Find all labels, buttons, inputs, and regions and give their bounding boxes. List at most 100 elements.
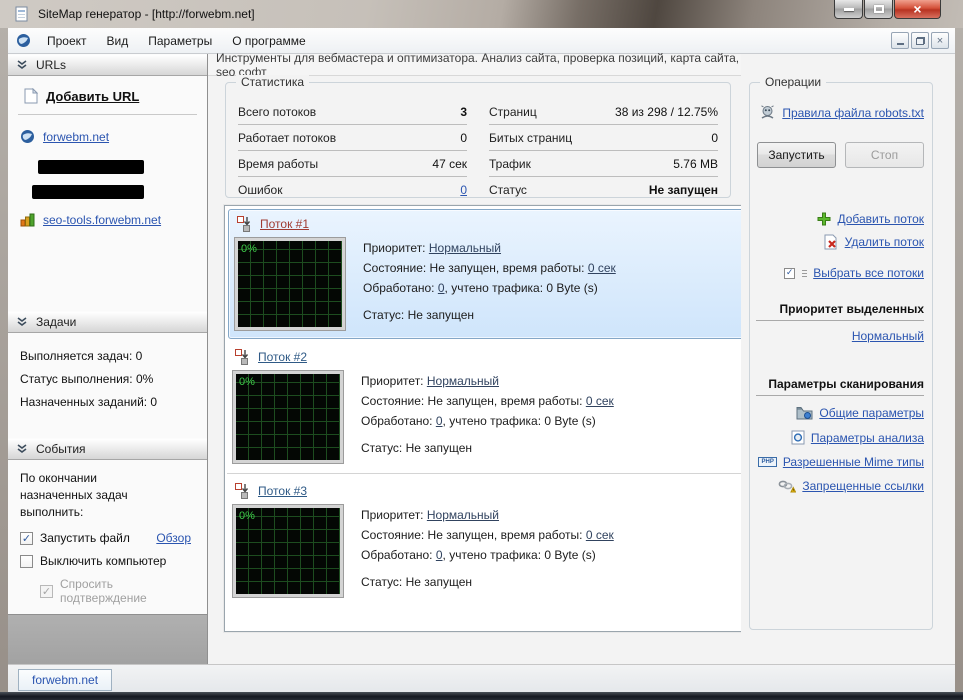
priority-link[interactable]: Нормальный <box>427 374 499 388</box>
tasks-status: Статус выполнения: 0% <box>20 372 154 386</box>
thread-details: Приоритет: Нормальный Состояние: Не запу… <box>361 505 614 597</box>
shutdown-label: Выключить компьютер <box>40 554 167 568</box>
site-link-forwebm[interactable]: forwebm.net <box>43 130 109 144</box>
statistics-legend: Статистика <box>236 75 310 89</box>
processed-link[interactable]: 0 <box>436 548 443 562</box>
priority-value-link[interactable]: Нормальный <box>852 329 924 343</box>
banned-links-link[interactable]: Запрещенные ссылки <box>802 479 924 493</box>
menu-view[interactable]: Вид <box>97 30 139 52</box>
stat-label: Ошибок <box>238 183 283 197</box>
stat-value: 0 <box>711 130 718 145</box>
run-file-checkbox[interactable]: ✓ <box>20 531 33 545</box>
thread-item-1[interactable]: Поток #1 0% Приоритет: Нормальный Состоя… <box>228 209 744 339</box>
thread-icon <box>235 483 251 499</box>
thread-details: Приоритет: Нормальный Состояние: Не запу… <box>363 238 616 330</box>
errors-count-link[interactable]: 0 <box>460 183 467 197</box>
stat-value: Не запущен <box>648 183 718 197</box>
window-controls: × <box>833 0 941 19</box>
window-title: SiteMap генератор - [http://forwebm.net] <box>38 7 255 21</box>
mdi-close-button[interactable]: × <box>931 32 949 49</box>
mdi-minimize-button[interactable] <box>891 32 909 49</box>
thread-item-3[interactable]: Поток #3 0% Приоритет: Нормальный Состоя… <box>225 476 747 605</box>
title-bar: SiteMap генератор - [http://forwebm.net]… <box>0 0 963 28</box>
mdi-restore-icon <box>915 36 925 45</box>
analysis-doc-icon <box>791 430 805 445</box>
section-header-urls[interactable]: URLs <box>8 54 207 76</box>
mdi-close-icon: × <box>936 34 944 47</box>
thread-icon <box>237 216 253 232</box>
processed-label: Обработано: <box>361 414 436 428</box>
add-thread-link[interactable]: Добавить поток <box>837 212 924 226</box>
operations-groupbox: Операции Правила файла robots.txt Запуст… <box>749 75 933 630</box>
select-all-row[interactable]: ✓ Выбрать все потоки <box>756 266 924 280</box>
stat-row: Ошибок 0 <box>238 177 467 203</box>
site-link-seo-tools[interactable]: seo-tools.forwebm.net <box>43 213 161 227</box>
robots-rules-row[interactable]: Правила файла robots.txt <box>756 105 924 120</box>
robots-rules-link[interactable]: Правила файла robots.txt <box>782 106 924 120</box>
general-params-link[interactable]: Общие параметры <box>819 406 924 420</box>
app-icon <box>14 6 30 22</box>
priority-link[interactable]: Нормальный <box>427 508 499 522</box>
mime-types-row[interactable]: PHP Разрешенные Mime типы <box>756 455 924 469</box>
thread-list-panel: Поток #1 0% Приоритет: Нормальный Состоя… <box>224 205 748 632</box>
bar-chart-icon <box>20 213 35 227</box>
menu-project[interactable]: Проект <box>37 30 97 52</box>
remove-thread-row[interactable]: Удалить поток <box>756 234 924 250</box>
state-label: Состояние: Не запущен, время работы: <box>361 394 586 408</box>
section-label-tasks: Задачи <box>36 315 77 329</box>
analysis-params-link[interactable]: Параметры анализа <box>811 431 924 445</box>
thread-title-link[interactable]: Поток #1 <box>260 217 309 231</box>
priority-value-row[interactable]: Нормальный <box>756 329 924 343</box>
thread-progress-graph: 0% <box>234 237 346 331</box>
remove-thread-link[interactable]: Удалить поток <box>845 235 924 249</box>
mime-types-link[interactable]: Разрешенные Mime типы <box>783 455 924 469</box>
site-row[interactable]: forwebm.net <box>18 129 197 144</box>
analysis-params-row[interactable]: Параметры анализа <box>756 430 924 445</box>
priority-label: Приоритет: <box>361 374 427 388</box>
stat-row: Статус Не запущен <box>489 177 718 203</box>
section-header-tasks[interactable]: Задачи <box>8 311 207 333</box>
processed-link[interactable]: 0 <box>436 414 443 428</box>
add-url-link[interactable]: Добавить URL <box>46 89 139 104</box>
section-header-events[interactable]: События <box>8 438 207 460</box>
worktime-link[interactable]: 0 сек <box>586 528 614 542</box>
stop-button[interactable]: Стоп <box>845 142 924 168</box>
confirm-checkbox: ✓ <box>40 584 53 598</box>
mdi-restore-button[interactable] <box>911 32 929 49</box>
thread-details: Приоритет: Нормальный Состояние: Не запу… <box>361 371 614 463</box>
thread-title-link[interactable]: Поток #3 <box>258 484 307 498</box>
minimize-button[interactable] <box>834 0 863 19</box>
site-row[interactable]: seo-tools.forwebm.net <box>18 213 197 227</box>
urls-body: Добавить URL forwebm.net seo-tools.forwe… <box>8 76 207 233</box>
browse-link[interactable]: Обзор <box>156 531 191 545</box>
menu-about[interactable]: О программе <box>222 30 315 52</box>
page-icon <box>24 88 38 104</box>
stat-row: Страниц 38 из 298 / 12.75% <box>489 99 718 125</box>
maximize-button[interactable] <box>864 0 893 19</box>
start-button[interactable]: Запустить <box>757 142 836 168</box>
select-all-checkbox-icon: ✓ <box>784 267 796 279</box>
divider <box>756 320 924 321</box>
events-body: По окончании назначенных задач выполнить… <box>8 460 207 613</box>
folder-settings-icon <box>796 406 813 420</box>
priority-link[interactable]: Нормальный <box>429 241 501 255</box>
add-url-row[interactable]: Добавить URL <box>18 86 197 115</box>
delete-thread-icon <box>823 234 839 250</box>
worktime-link[interactable]: 0 сек <box>588 261 616 275</box>
select-all-link[interactable]: Выбрать все потоки <box>813 266 924 280</box>
stat-value: 47 сек <box>432 156 467 171</box>
worktime-link[interactable]: 0 сек <box>586 394 614 408</box>
menu-options[interactable]: Параметры <box>138 30 222 52</box>
thread-title-link[interactable]: Поток #2 <box>258 350 307 364</box>
close-button[interactable]: × <box>894 0 941 19</box>
stat-row: Битых страниц 0 <box>489 125 718 151</box>
shutdown-checkbox[interactable] <box>20 554 33 568</box>
processed-link[interactable]: 0 <box>438 281 445 295</box>
thread-item-2[interactable]: Поток #2 0% Приоритет: Нормальный Состоя… <box>225 342 747 471</box>
project-globe-icon <box>16 33 31 48</box>
statusbar-site-tab[interactable]: forwebm.net <box>18 669 113 691</box>
stat-value: 3 <box>460 104 467 119</box>
general-params-row[interactable]: Общие параметры <box>756 406 924 420</box>
banned-links-row[interactable]: Запрещенные ссылки <box>756 479 924 493</box>
add-thread-row[interactable]: Добавить поток <box>756 212 924 226</box>
